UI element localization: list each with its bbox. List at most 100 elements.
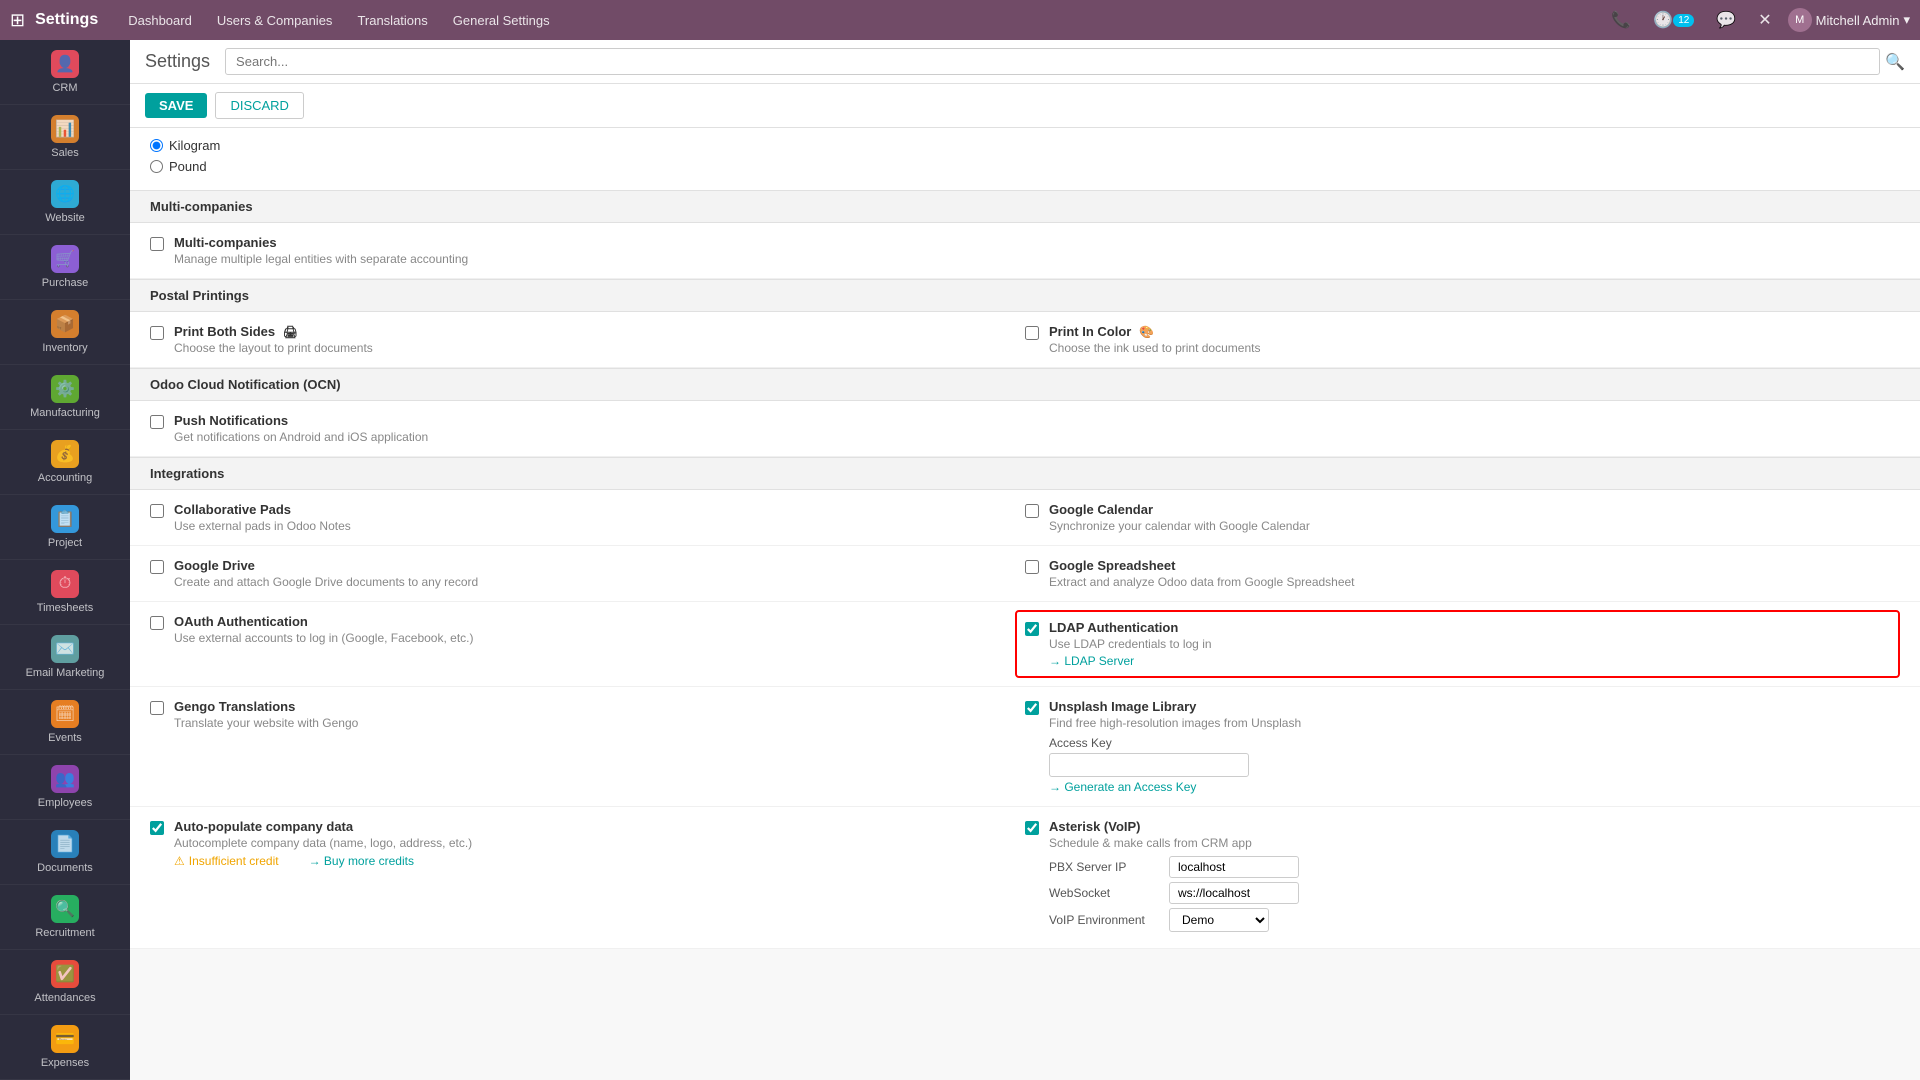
search-button[interactable]: 🔍 [1885, 52, 1905, 72]
voip-env-label: VoIP Environment [1049, 913, 1169, 927]
sidebar-item-timesheets[interactable]: ⏱ Timesheets [0, 560, 130, 625]
sidebar-item-purchase[interactable]: 🛒 Purchase [0, 235, 130, 300]
apps-grid-icon[interactable]: ⊞ [10, 10, 25, 31]
integration-row-5: Auto-populate company data Autocomplete … [130, 807, 1920, 949]
sidebar-item-project[interactable]: 📋 Project [0, 495, 130, 560]
manufacturing-icon: ⚙️ [51, 375, 79, 403]
checkbox-google-spreadsheet[interactable] [1025, 560, 1039, 574]
buy-credits-link[interactable]: → Buy more credits [309, 854, 414, 868]
col-unsplash: Unsplash Image Library Find free high-re… [1025, 699, 1900, 794]
radio-kilogram-label: Kilogram [169, 138, 220, 153]
checkbox-print-in-color[interactable] [1025, 326, 1039, 340]
generate-access-key-link[interactable]: → Generate an Access Key [1049, 780, 1301, 794]
checkbox-area-print-color [1025, 326, 1039, 345]
checkbox-multi-companies[interactable] [150, 237, 164, 251]
chat-icon[interactable]: 💬 [1710, 7, 1742, 33]
warning-icon: ⚠ [174, 854, 185, 868]
sidebar-item-accounting[interactable]: 💰 Accounting [0, 430, 130, 495]
setting-text-push: Push Notifications Get notifications on … [174, 413, 428, 444]
clock-icon[interactable]: 🕐12 [1647, 7, 1700, 33]
sidebar-item-crm[interactable]: 👤 CRM [0, 40, 130, 105]
setting-text-print-both: Print Both Sides 🖨 Choose the layout to … [174, 324, 373, 355]
sidebar-item-inventory[interactable]: 📦 Inventory [0, 300, 130, 365]
section-integrations: Integrations [130, 457, 1920, 490]
checkbox-area-push [150, 415, 164, 434]
recruitment-icon: 🔍 [51, 895, 79, 923]
sidebar-item-manufacturing[interactable]: ⚙️ Manufacturing [0, 365, 130, 430]
radio-pound[interactable] [150, 160, 163, 173]
email-marketing-icon: ✉️ [51, 635, 79, 663]
checkbox-oauth[interactable] [150, 616, 164, 630]
checkbox-collab-pads[interactable] [150, 504, 164, 518]
radio-kilogram[interactable] [150, 139, 163, 152]
discard-button[interactable]: DISCARD [215, 92, 304, 119]
checkbox-asterisk[interactable] [1025, 821, 1039, 835]
checkbox-google-calendar[interactable] [1025, 504, 1039, 518]
setting-text-multi-companies: Multi-companies Manage multiple legal en… [174, 235, 468, 266]
setting-desc-multi-companies: Manage multiple legal entities with sepa… [174, 252, 468, 266]
partial-top: Kilogram Pound [130, 128, 1920, 190]
setting-desc-print-both: Choose the layout to print documents [174, 341, 373, 355]
setting-label-print-color: Print In Color 🎨 [1049, 324, 1260, 339]
radio-kilogram-row: Kilogram [150, 138, 1900, 153]
sidebar-item-employees[interactable]: 👥 Employees [0, 755, 130, 820]
chevron-down-icon: ▾ [1903, 12, 1910, 28]
nav-translations[interactable]: Translations [347, 8, 437, 33]
nav-users-companies[interactable]: Users & Companies [207, 8, 343, 33]
section-postal-printings: Postal Printings [130, 279, 1920, 312]
checkbox-google-drive[interactable] [150, 560, 164, 574]
sidebar-label-expenses: Expenses [41, 1057, 89, 1069]
desc-google-drive: Create and attach Google Drive documents… [174, 575, 478, 589]
voip-env-select[interactable]: Demo Production [1169, 908, 1269, 932]
checkbox-auto-populate[interactable] [150, 821, 164, 835]
websocket-input[interactable] [1169, 882, 1299, 904]
sidebar-item-sales[interactable]: 📊 Sales [0, 105, 130, 170]
checkbox-push-notifications[interactable] [150, 415, 164, 429]
sidebar: 👤 CRM 📊 Sales 🌐 Website 🛒 Purchase 📦 Inv… [0, 40, 130, 1080]
checkbox-unsplash[interactable] [1025, 701, 1039, 715]
nav-general-settings[interactable]: General Settings [443, 8, 560, 33]
col-collab-pads: Collaborative Pads Use external pads in … [150, 502, 1025, 533]
app-title: Settings [35, 11, 98, 29]
sidebar-item-email-marketing[interactable]: ✉️ Email Marketing [0, 625, 130, 690]
purchase-icon: 🛒 [51, 245, 79, 273]
sidebar-label-project: Project [48, 537, 82, 549]
nav-dashboard[interactable]: Dashboard [118, 8, 202, 33]
col-google-spreadsheet: Google Spreadsheet Extract and analyze O… [1025, 558, 1900, 589]
avatar: M [1788, 8, 1812, 32]
sidebar-label-sales: Sales [51, 147, 79, 159]
checkbox-gengo[interactable] [150, 701, 164, 715]
pbx-server-row: PBX Server IP [1049, 856, 1299, 878]
access-key-input[interactable] [1049, 753, 1249, 777]
sidebar-item-website[interactable]: 🌐 Website [0, 170, 130, 235]
sidebar-item-events[interactable]: 🗓 Events [0, 690, 130, 755]
pbx-server-input[interactable] [1169, 856, 1299, 878]
checkbox-print-both-sides[interactable] [150, 326, 164, 340]
websocket-row: WebSocket [1049, 882, 1299, 904]
close-icon[interactable]: ✕ [1752, 7, 1777, 33]
phone-icon[interactable]: 📞 [1605, 7, 1637, 33]
sidebar-item-attendances[interactable]: ✅ Attendances [0, 950, 130, 1015]
sidebar-item-documents[interactable]: 📄 Documents [0, 820, 130, 885]
save-button[interactable]: SAVE [145, 93, 207, 118]
label-oauth: OAuth Authentication [174, 614, 474, 629]
settings-inner: Kilogram Pound Multi-companies [130, 128, 1920, 949]
timesheets-icon: ⏱ [51, 570, 79, 598]
user-menu[interactable]: M Mitchell Admin ▾ [1788, 8, 1910, 32]
desc-collab-pads: Use external pads in Odoo Notes [174, 519, 351, 533]
sidebar-item-recruitment[interactable]: 🔍 Recruitment [0, 885, 130, 950]
desc-oauth: Use external accounts to log in (Google,… [174, 631, 474, 645]
sidebar-item-expenses[interactable]: 💳 Expenses [0, 1015, 130, 1080]
search-input[interactable] [225, 48, 1880, 75]
col-asterisk: Asterisk (VoIP) Schedule & make calls fr… [1025, 819, 1900, 936]
setting-col-print-color: Print In Color 🎨 Choose the ink used to … [1025, 324, 1900, 355]
label-ldap: LDAP Authentication [1049, 620, 1212, 635]
checkbox-ldap[interactable] [1025, 622, 1039, 636]
col-oauth: OAuth Authentication Use external accoun… [150, 614, 1015, 674]
setting-col-print-both: Print Both Sides 🖨 Choose the layout to … [150, 324, 1025, 355]
sidebar-label-purchase: Purchase [42, 277, 88, 289]
label-gengo: Gengo Translations [174, 699, 358, 714]
employees-icon: 👥 [51, 765, 79, 793]
ldap-server-link[interactable]: → LDAP Server [1049, 654, 1212, 668]
col-auto-populate: Auto-populate company data Autocomplete … [150, 819, 1025, 936]
